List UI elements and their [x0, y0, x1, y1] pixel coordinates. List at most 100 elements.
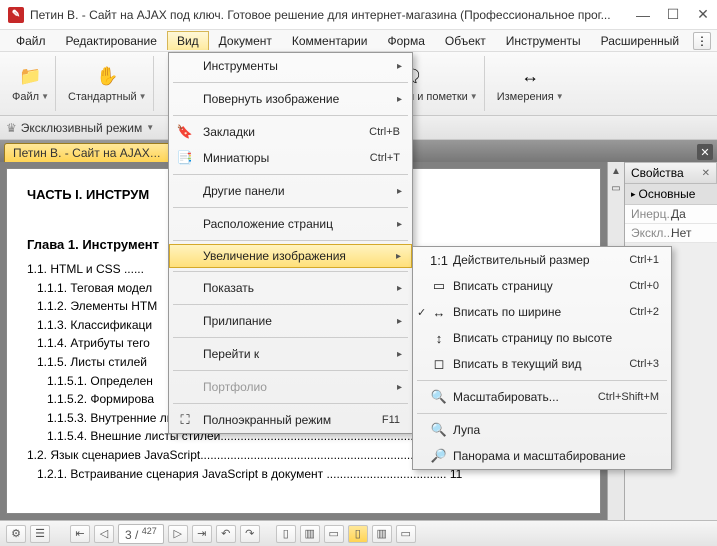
crown-icon: ♛ — [6, 121, 17, 135]
menu-item[interactable]: 🔍Лупа — [413, 417, 671, 443]
menu-комментарии[interactable]: Комментарии — [282, 31, 378, 51]
menu-документ[interactable]: Документ — [209, 31, 282, 51]
menu-more[interactable]: ⋮ — [693, 32, 711, 50]
sb-tool1[interactable]: ⚙ — [6, 525, 26, 543]
toolbar-icon: ↔ — [518, 65, 542, 89]
sb-tool2[interactable]: ☰ — [30, 525, 50, 543]
menu-label: Прилипание — [203, 314, 272, 328]
sb-prev-page[interactable]: ◁ — [94, 525, 114, 543]
toolbar-label: Файл ▼ — [12, 91, 49, 103]
menu-item[interactable]: ◻Вписать в текущий видCtrl+3 — [413, 351, 671, 377]
menu-item[interactable]: Расположение страниц — [169, 211, 412, 237]
properties-section-label: Основные — [639, 187, 696, 201]
menu-item[interactable]: ⛶Полноэкранный режимF11 — [169, 407, 412, 433]
sb-layout1[interactable]: ▯ — [276, 525, 296, 543]
menu-item[interactable]: Показать — [169, 275, 412, 301]
toolbar-Файл[interactable]: 📁 Файл ▼ — [6, 56, 56, 111]
menu-item[interactable]: 📑МиниатюрыCtrl+T — [169, 145, 412, 171]
zoom-submenu: 1:1Действительный размерCtrl+1 ▭ Вписать с… — [412, 246, 672, 470]
properties-title: Свойства — [631, 166, 684, 180]
menu-item[interactable]: Инструменты — [169, 53, 412, 79]
menu-форма[interactable]: Форма — [377, 31, 434, 51]
menu-label: Портфолио — [203, 380, 267, 394]
menu-label: Действительный размер — [453, 253, 590, 267]
menu-редактирование[interactable]: Редактирование — [56, 31, 167, 51]
menu-item[interactable]: Повернуть изображение — [169, 86, 412, 112]
menu-shortcut: Ctrl+Shift+M — [598, 391, 659, 403]
toolbar-icon: 📁 — [19, 65, 43, 89]
menu-item[interactable]: ✓↔Вписать по ширинеCtrl+2 — [413, 299, 671, 325]
menu-item[interactable]: 1:1Действительный размерCtrl+1 — [413, 247, 671, 273]
menu-label: Расположение страниц — [203, 217, 333, 231]
menu-label: Инструменты — [203, 59, 278, 73]
properties-header: Свойства ✕ — [625, 162, 717, 184]
statusbar: ⚙ ☰ ⇤ ◁ 3 / 427 ▷ ⇥ ↶ ↷ ▯ ▥ ▭ ▯ ▥ ▭ — [0, 520, 717, 546]
menu-shortcut: Ctrl+B — [369, 126, 400, 138]
properties-close-icon[interactable]: ✕ — [702, 168, 710, 179]
menu-инструменты[interactable]: Инструменты — [496, 31, 591, 51]
menu-shortcut: Ctrl+T — [370, 152, 400, 164]
tabbar-close-button[interactable]: ✕ — [697, 144, 713, 160]
sb-layout4[interactable]: ▯ — [348, 525, 368, 543]
properties-section[interactable]: Основные — [625, 184, 717, 205]
sb-layout2[interactable]: ▥ — [300, 525, 320, 543]
menu-label: Вписать страницу по высоте — [453, 331, 612, 345]
document-tab[interactable]: Петин В. - Сайт на AJAX под к ✕ — [4, 143, 184, 162]
menu-item[interactable]: 🔖ЗакладкиCtrl+B — [169, 119, 412, 145]
menu-shortcut: Ctrl+2 — [629, 306, 659, 318]
sb-forward[interactable]: ↷ — [240, 525, 260, 543]
sb-layout6[interactable]: ▭ — [396, 525, 416, 543]
app-icon: ✎ — [8, 7, 24, 23]
menu-icon: ▭ — [431, 278, 447, 294]
close-button[interactable]: ✕ — [697, 9, 709, 21]
menu-объект[interactable]: Объект — [435, 31, 496, 51]
toolbar-Стандартный[interactable]: ✋ Стандартный ▼ — [62, 56, 154, 111]
menu-label: Масштабировать... — [453, 390, 559, 404]
menu-item[interactable]: Другие панели — [169, 178, 412, 204]
minimize-button[interactable]: — — [637, 9, 649, 21]
menu-item: Портфолио — [169, 374, 412, 400]
sb-layout3[interactable]: ▭ — [324, 525, 344, 543]
exclusive-label: Эксклюзивный режим — [21, 121, 142, 135]
vtool-up-icon[interactable]: ▲ — [611, 166, 621, 177]
sb-layout5[interactable]: ▥ — [372, 525, 392, 543]
menu-расширенный[interactable]: Расширенный — [591, 31, 690, 51]
menu-label: Вписать страницу — [453, 279, 553, 293]
menu-item[interactable]: 🔍Масштабировать...Ctrl+Shift+M — [413, 384, 671, 410]
toolbar-label: Стандартный ▼ — [68, 91, 147, 103]
menu-файл[interactable]: Файл — [6, 31, 56, 51]
toolbar-Измерения[interactable]: ↔ Измерения ▼ — [491, 56, 570, 111]
menu-item[interactable]: Перейти к — [169, 341, 412, 367]
menu-separator — [173, 82, 408, 83]
maximize-button[interactable]: ☐ — [667, 9, 679, 21]
menu-item[interactable]: ↕Вписать страницу по высоте — [413, 325, 671, 351]
menu-label: Перейти к — [203, 347, 259, 361]
toolbar-icon: ✋ — [95, 65, 119, 89]
menu-label: Вписать по ширине — [453, 305, 561, 319]
menu-icon: 🔎 — [431, 448, 447, 464]
titlebar: ✎ Петин В. - Сайт на AJAX под ключ. Гото… — [0, 0, 717, 30]
menu-separator — [417, 380, 667, 381]
vtool-doc-icon[interactable]: ▭ — [611, 183, 620, 194]
menu-item[interactable]: 🔎Панорама и масштабирование — [413, 443, 671, 469]
menu-separator — [173, 370, 408, 371]
prop-row: Экскл...Нет — [625, 224, 717, 243]
menu-item[interactable]: Увеличение изображения — [169, 244, 412, 268]
menu-вид[interactable]: Вид — [167, 31, 209, 50]
menu-item[interactable]: ▭ Вписать страницу Ctrl+0 — [413, 273, 671, 299]
menu-icon: 📑 — [177, 150, 193, 166]
menu-label: Другие панели — [203, 184, 285, 198]
prop-row: Инерц..Да — [625, 205, 717, 224]
menu-label: Лупа — [453, 423, 480, 437]
menu-separator — [417, 413, 667, 414]
page-indicator[interactable]: 3 / 427 — [118, 524, 164, 544]
sb-next-page[interactable]: ▷ — [168, 525, 188, 543]
menu-shortcut: Ctrl+0 — [629, 280, 659, 292]
sb-back[interactable]: ↶ — [216, 525, 236, 543]
menu-label: Вписать в текущий вид — [453, 357, 582, 371]
menu-item[interactable]: Прилипание — [169, 308, 412, 334]
chevron-down-icon: ▼ — [146, 123, 154, 132]
toolbar-label: Измерения ▼ — [497, 91, 564, 103]
sb-last-page[interactable]: ⇥ — [192, 525, 212, 543]
sb-first-page[interactable]: ⇤ — [70, 525, 90, 543]
